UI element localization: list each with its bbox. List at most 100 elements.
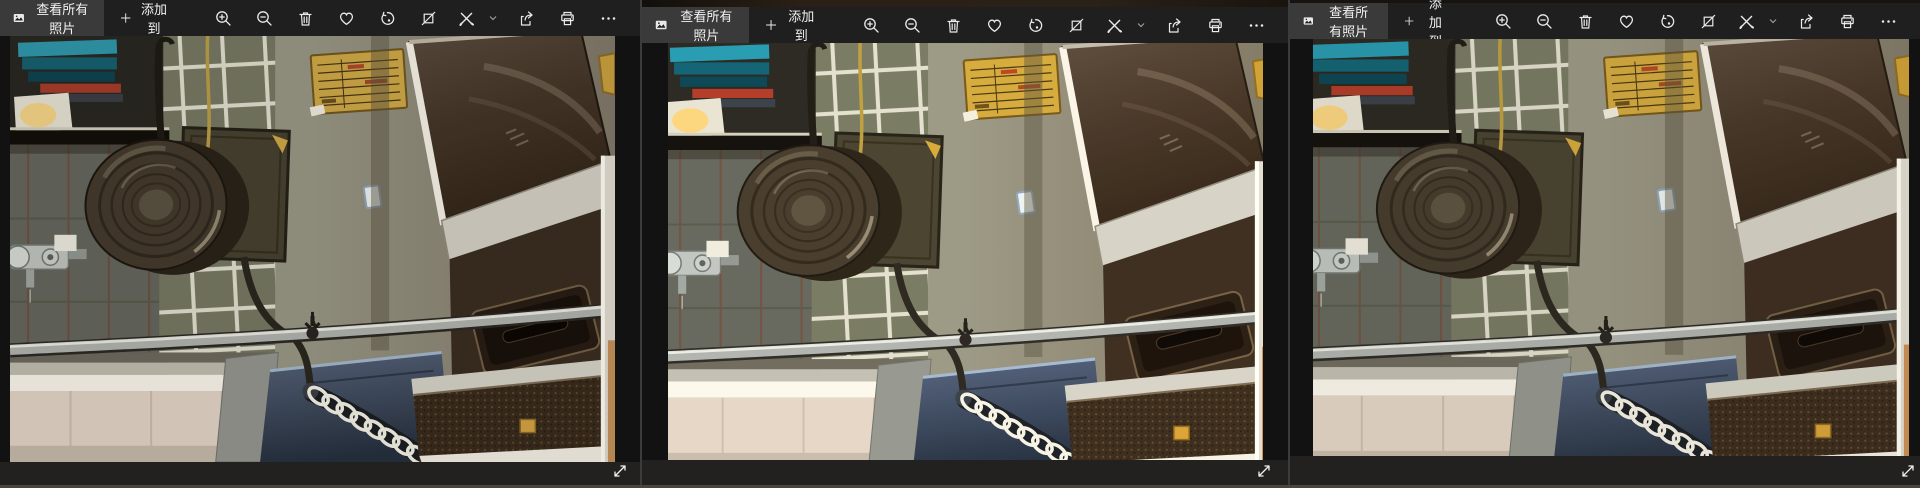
edit-create-icon bbox=[1106, 17, 1123, 34]
photos-window-2: 查看所有照片 添加到 bbox=[640, 0, 1288, 485]
add-to-label: 添加到 bbox=[787, 6, 817, 44]
zoom-in-button[interactable] bbox=[1484, 3, 1522, 39]
favorite-heart-icon bbox=[338, 10, 355, 27]
favorite-heart-icon bbox=[1618, 13, 1635, 30]
print-icon bbox=[1839, 13, 1856, 30]
zoom-in-button[interactable] bbox=[852, 7, 890, 43]
expand-diagonal-icon bbox=[612, 463, 628, 479]
print-icon bbox=[559, 10, 576, 27]
delete-icon bbox=[945, 17, 962, 34]
photo-image[interactable] bbox=[1313, 39, 1909, 456]
favorite-button[interactable] bbox=[975, 7, 1013, 43]
more-options-button[interactable] bbox=[1237, 7, 1275, 43]
plus-icon bbox=[765, 17, 777, 33]
expand-diagonal-icon bbox=[1900, 463, 1916, 479]
edit-create-icon bbox=[458, 10, 475, 27]
photo-image[interactable] bbox=[10, 36, 615, 462]
chevron-down-icon bbox=[1769, 18, 1777, 24]
more-options-button[interactable] bbox=[1869, 3, 1907, 39]
delete-icon bbox=[297, 10, 314, 27]
photo-image[interactable] bbox=[668, 43, 1263, 460]
canvas-bottom-margin bbox=[642, 460, 1288, 485]
photo-gallery-icon bbox=[655, 17, 667, 33]
view-all-photos-button[interactable]: 查看所有照片 bbox=[642, 7, 749, 43]
print-button[interactable] bbox=[548, 0, 586, 36]
canvas-bottom-margin bbox=[0, 462, 640, 485]
zoom-out-icon bbox=[1536, 13, 1553, 30]
more-options-icon bbox=[1880, 13, 1897, 30]
zoom-out-icon bbox=[256, 10, 273, 27]
zoom-in-icon bbox=[215, 10, 232, 27]
edit-create-dropdown[interactable] bbox=[1134, 7, 1148, 43]
rotate-button[interactable] bbox=[368, 0, 406, 36]
photo-canvas bbox=[1290, 39, 1920, 485]
print-button[interactable] bbox=[1828, 3, 1866, 39]
favorite-button[interactable] bbox=[1607, 3, 1645, 39]
share-icon bbox=[1798, 13, 1815, 30]
edit-create-dropdown[interactable] bbox=[486, 0, 500, 36]
zoom-in-button[interactable] bbox=[204, 0, 242, 36]
delete-button[interactable] bbox=[1566, 3, 1604, 39]
zoom-out-button[interactable] bbox=[245, 0, 283, 36]
photo-canvas bbox=[642, 43, 1288, 485]
crop-icon bbox=[1700, 13, 1717, 30]
share-button[interactable] bbox=[1787, 3, 1825, 39]
fullscreen-button[interactable] bbox=[1253, 461, 1275, 481]
crop-icon bbox=[1068, 17, 1085, 34]
more-options-button[interactable] bbox=[589, 0, 627, 36]
more-options-icon bbox=[600, 10, 617, 27]
view-all-photos-button[interactable]: 查看所有照片 bbox=[0, 0, 104, 36]
edit-create-icon bbox=[1738, 13, 1755, 30]
fullscreen-button[interactable] bbox=[1897, 461, 1919, 481]
delete-icon bbox=[1577, 13, 1594, 30]
canvas-bottom-margin bbox=[1290, 456, 1920, 485]
edit-create-button[interactable] bbox=[447, 0, 485, 36]
edit-create-button[interactable] bbox=[1727, 3, 1765, 39]
fullscreen-button[interactable] bbox=[609, 461, 631, 481]
crop-button[interactable] bbox=[1689, 3, 1727, 39]
toolbar-center-group bbox=[204, 0, 447, 36]
panels-strip: 查看所有照片 添加到 bbox=[0, 0, 1920, 485]
add-to-button[interactable]: 添加到 bbox=[1392, 3, 1460, 39]
edit-create-dropdown[interactable] bbox=[1766, 3, 1780, 39]
photos-window-1: 查看所有照片 添加到 bbox=[0, 0, 640, 485]
add-to-button[interactable]: 添加到 bbox=[753, 7, 828, 43]
share-icon bbox=[1166, 17, 1183, 34]
favorite-button[interactable] bbox=[327, 0, 365, 36]
photo-toolbar: 查看所有照片 添加到 bbox=[642, 7, 1288, 43]
print-icon bbox=[1207, 17, 1224, 34]
view-all-photos-label: 查看所有照片 bbox=[676, 6, 736, 44]
crop-icon bbox=[420, 10, 437, 27]
rotate-button[interactable] bbox=[1648, 3, 1686, 39]
rotate-button[interactable] bbox=[1016, 7, 1054, 43]
view-all-photos-label: 查看所有照片 bbox=[1323, 2, 1375, 40]
share-icon bbox=[518, 10, 535, 27]
zoom-out-button[interactable] bbox=[893, 7, 931, 43]
zoom-out-icon bbox=[904, 17, 921, 34]
photo-canvas bbox=[0, 36, 640, 485]
view-all-photos-button[interactable]: 查看所有照片 bbox=[1290, 3, 1388, 39]
toolbar-right-group bbox=[1095, 7, 1288, 43]
plus-icon bbox=[1404, 13, 1414, 29]
zoom-in-icon bbox=[1495, 13, 1512, 30]
photos-window-3: 查看所有照片 添加到 bbox=[1288, 0, 1920, 485]
crop-button[interactable] bbox=[1057, 7, 1095, 43]
delete-button[interactable] bbox=[286, 0, 324, 36]
share-button[interactable] bbox=[1155, 7, 1193, 43]
toolbar-right-group bbox=[1727, 3, 1920, 39]
toolbar-center-group bbox=[852, 7, 1095, 43]
toolbar-center-group bbox=[1484, 3, 1727, 39]
delete-button[interactable] bbox=[934, 7, 972, 43]
window-top-edge bbox=[642, 0, 1288, 7]
add-to-label: 添加到 bbox=[140, 0, 168, 37]
add-to-button[interactable]: 添加到 bbox=[108, 0, 180, 36]
zoom-out-button[interactable] bbox=[1525, 3, 1563, 39]
more-options-icon bbox=[1248, 17, 1265, 34]
share-button[interactable] bbox=[507, 0, 545, 36]
crop-button[interactable] bbox=[409, 0, 447, 36]
rotate-icon bbox=[1027, 17, 1044, 34]
photo-gallery-icon bbox=[13, 10, 25, 26]
edit-create-button[interactable] bbox=[1095, 7, 1133, 43]
print-button[interactable] bbox=[1196, 7, 1234, 43]
view-all-photos-label: 查看所有照片 bbox=[34, 0, 91, 37]
